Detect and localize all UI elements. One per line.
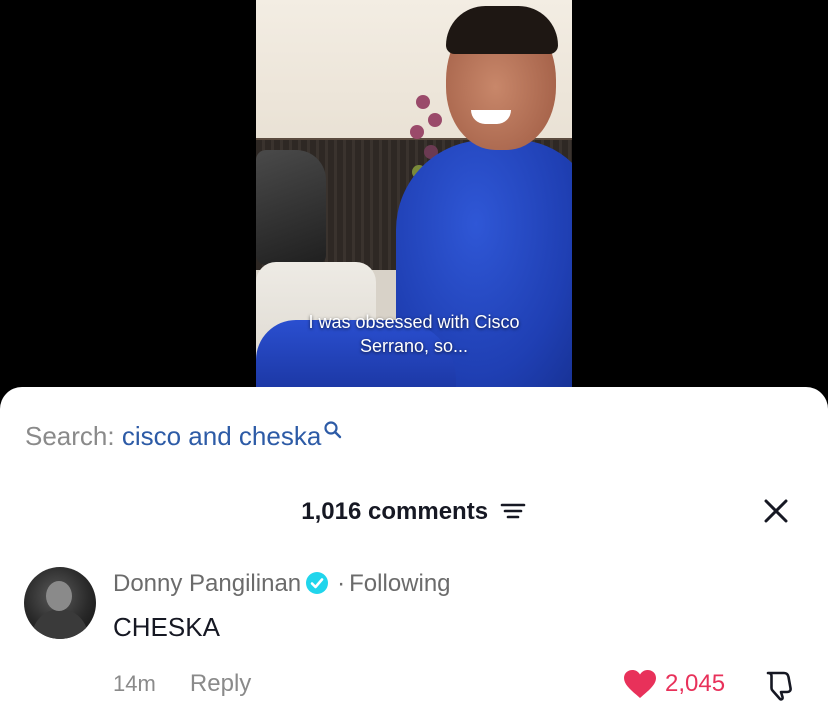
close-icon[interactable] — [760, 495, 792, 527]
search-term-link[interactable]: cisco and cheska — [122, 421, 321, 451]
search-icon[interactable] — [323, 420, 343, 440]
comments-count-header: 1,016 comments — [0, 497, 828, 527]
comment-text: CHESKA — [113, 612, 220, 642]
comment-time: 14m — [113, 671, 156, 696]
avatar-shirt — [32, 609, 88, 639]
avatar-face — [46, 581, 72, 611]
sofa-dark — [256, 150, 326, 265]
verified-badge-icon — [306, 572, 329, 594]
caption-line-2: Serrano, so... — [359, 336, 469, 356]
search-suggestion[interactable]: Search: cisco and cheska — [25, 420, 343, 452]
filter-icon[interactable] — [499, 500, 527, 522]
comments-count: 1,016 comments — [301, 498, 489, 525]
comment-author-row: Donny Pangilinan · Following — [113, 569, 451, 599]
search-prefix: Search: — [25, 421, 115, 451]
following-status: Following — [349, 570, 451, 597]
caption-line-1: I was obsessed with Cisco — [308, 312, 520, 332]
dislike-icon[interactable] — [762, 668, 796, 702]
person-hair — [446, 6, 558, 54]
like-button[interactable]: 2,045 — [622, 667, 725, 701]
heart-icon[interactable] — [622, 668, 658, 700]
comment-meta: 14m Reply — [113, 669, 251, 699]
like-count: 2,045 — [665, 670, 726, 697]
comments-sheet: Search: cisco and cheska 1,016 comments … — [0, 387, 828, 715]
separator-dot: · — [337, 570, 346, 597]
comment-author[interactable]: Donny Pangilinan — [113, 570, 301, 597]
avatar[interactable] — [24, 567, 96, 639]
reply-button[interactable]: Reply — [190, 670, 251, 697]
video-player[interactable]: I was obsessed with Cisco Serrano, so... — [256, 0, 572, 400]
video-caption: I was obsessed with Cisco Serrano, so... — [256, 310, 572, 358]
